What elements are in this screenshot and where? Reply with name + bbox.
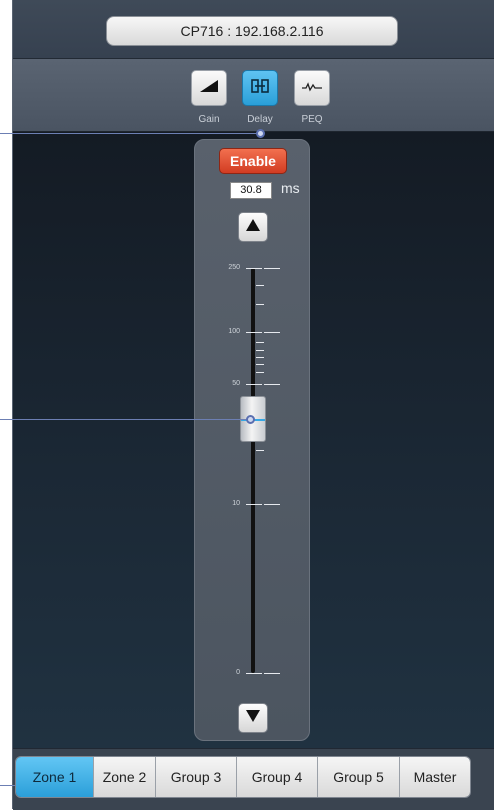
delay-unit: ms [281, 180, 300, 196]
tab-group-5[interactable]: Group 5 [318, 757, 400, 797]
zone-tabs: Zone 1 Zone 2 Group 3 Group 4 Group 5 Ma… [15, 756, 471, 798]
tab-group-3[interactable]: Group 3 [156, 757, 237, 797]
callout-line-fader [0, 419, 248, 420]
scale-tick [264, 673, 280, 674]
tab-group-4[interactable]: Group 4 [237, 757, 318, 797]
callout-dot-mode [256, 129, 265, 138]
peq-button[interactable] [294, 70, 330, 106]
scale-tick [264, 504, 280, 505]
triangle-up-icon [245, 218, 261, 237]
enable-button[interactable]: Enable [219, 148, 287, 174]
triangle-down-icon [245, 709, 261, 728]
scale-minor-tick [256, 350, 264, 351]
scale-minor-tick [256, 372, 264, 373]
scale-tick [246, 332, 262, 333]
scale-label-0: 0 [236, 669, 240, 676]
delay-value-field[interactable]: 30.8 [230, 182, 272, 199]
scale-tick [246, 384, 262, 385]
decrement-button[interactable] [238, 703, 268, 733]
scale-label-100: 100 [228, 328, 240, 335]
scale-tick [246, 268, 262, 269]
scale-label-250: 250 [228, 264, 240, 271]
fader-track[interactable] [251, 268, 255, 673]
delay-button[interactable] [242, 70, 278, 106]
scale-minor-tick [256, 342, 264, 343]
peq-label: PEQ [301, 114, 323, 125]
tab-zone-2[interactable]: Zone 2 [94, 757, 156, 797]
gain-icon [199, 79, 219, 98]
tab-zone-1[interactable]: Zone 1 [16, 757, 94, 797]
increment-button[interactable] [238, 212, 268, 242]
delay-icon [250, 77, 270, 100]
scale-tick [264, 384, 280, 385]
device-title[interactable]: CP716 : 192.168.2.116 [106, 16, 398, 46]
tab-master[interactable]: Master [400, 757, 470, 797]
gain-button[interactable] [191, 70, 227, 106]
scale-minor-tick [256, 450, 264, 451]
scale-minor-tick [256, 285, 264, 286]
gain-label: Gain [198, 114, 220, 125]
scale-minor-tick [256, 357, 264, 358]
scale-tick [246, 673, 262, 674]
scale-label-50: 50 [232, 380, 240, 387]
scale-minor-tick [256, 304, 264, 305]
delay-label: Delay [247, 114, 273, 125]
scale-tick [246, 504, 262, 505]
scale-tick [264, 268, 280, 269]
scale-tick [264, 332, 280, 333]
callout-dot-fader [246, 415, 255, 424]
scale-minor-tick [256, 364, 264, 365]
scale-label-10: 10 [232, 500, 240, 507]
peq-icon [301, 79, 323, 98]
callout-line-mode [0, 133, 258, 134]
